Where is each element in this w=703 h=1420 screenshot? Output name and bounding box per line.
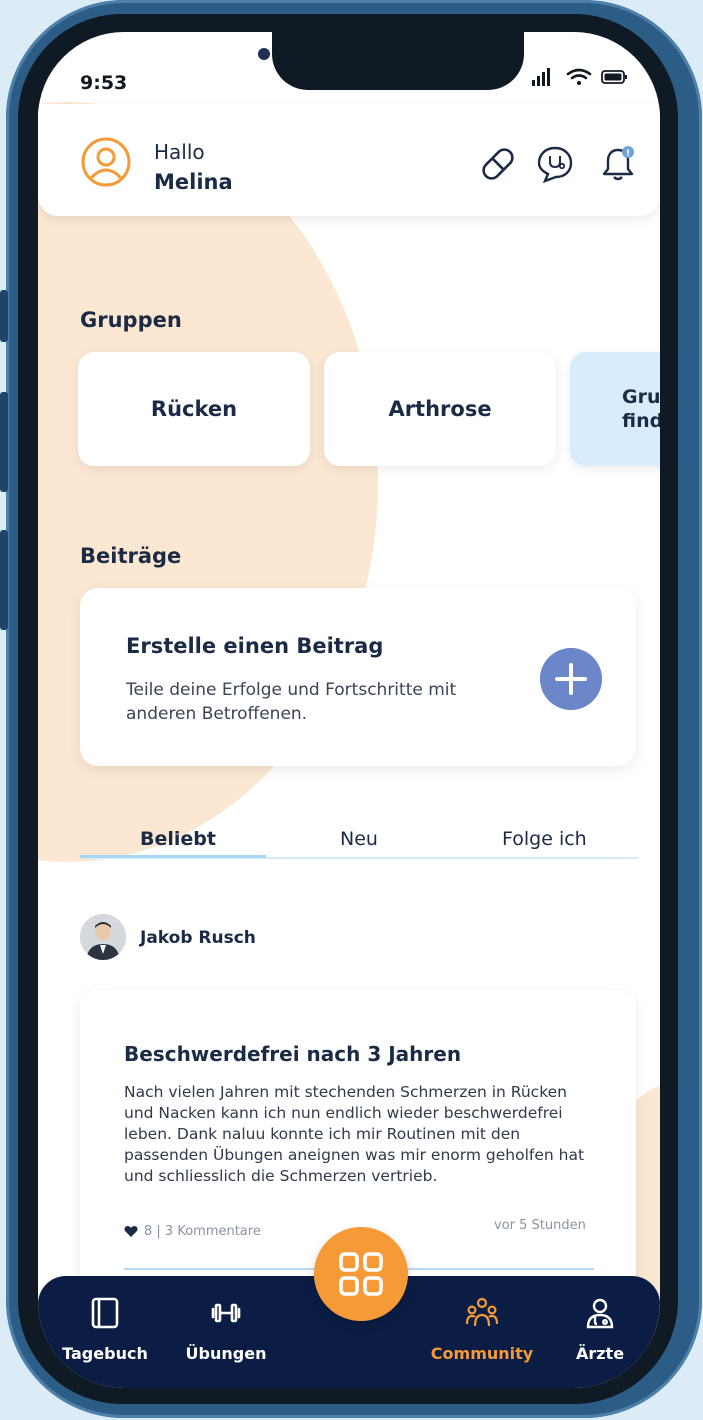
find-groups-label-line1: Grup <box>622 386 660 408</box>
profile-avatar-icon[interactable] <box>80 136 132 188</box>
greeting: Hallo <box>154 140 205 164</box>
front-camera <box>258 48 270 60</box>
group-card-arthrose[interactable]: Arthrose <box>324 352 556 466</box>
nav-label-doctors: Ärzte <box>575 1344 625 1363</box>
app-header: Hallo Melina ! <box>38 104 660 216</box>
nav-item-exercises[interactable]: Übungen <box>178 1276 274 1388</box>
pill-icon[interactable] <box>478 144 518 184</box>
menu-grid-button[interactable] <box>314 1227 408 1321</box>
posts-title: Beiträge <box>80 544 182 568</box>
post-body: Nach vielen Jahren mit stechenden Schmer… <box>124 1083 585 1185</box>
community-icon <box>465 1297 499 1327</box>
group-label: Arthrose <box>388 397 492 421</box>
battery-icon <box>601 70 627 84</box>
create-post-card[interactable]: Erstelle einen Beitrag Teile deine Erfol… <box>80 588 636 766</box>
bell-icon[interactable]: ! <box>598 144 638 184</box>
create-post-title: Erstelle einen Beitrag <box>126 634 384 658</box>
nav-label-exercises: Übungen <box>185 1344 267 1363</box>
group-label: Rücken <box>150 397 238 421</box>
nav-item-community[interactable]: Community <box>422 1276 542 1388</box>
wifi-icon <box>566 68 592 85</box>
tab-new[interactable]: Neu <box>340 828 378 850</box>
nav-label-community: Community <box>430 1344 534 1363</box>
nav-item-doctors[interactable]: Ärzte <box>560 1276 640 1388</box>
side-button-volume-down <box>0 530 8 630</box>
signal-icon <box>532 68 550 86</box>
nav-item-diary[interactable]: Tagebuch <box>60 1276 150 1388</box>
app-screen: 9:53 Hallo Melina ! Gruppen Rücken Arthr… <box>38 32 660 1388</box>
add-post-button[interactable] <box>540 648 602 710</box>
tab-following[interactable]: Folge ich <box>502 828 587 850</box>
heart-icon[interactable] <box>124 1225 138 1238</box>
person-photo-icon <box>80 914 126 960</box>
user-name: Melina <box>154 170 233 194</box>
author-avatar[interactable] <box>80 914 126 960</box>
nav-label-diary: Tagebuch <box>62 1344 148 1363</box>
groups-title: Gruppen <box>80 308 182 332</box>
notch <box>272 32 524 90</box>
notification-badge: ! <box>626 149 630 159</box>
group-card-ruecken[interactable]: Rücken <box>78 352 310 466</box>
post-time: vor 5 Stunden <box>494 1218 586 1233</box>
status-time: 9:53 <box>80 72 128 94</box>
side-button-volume-up <box>0 392 8 492</box>
find-groups-card[interactable]: Grup find <box>570 352 660 466</box>
create-post-description: Teile deine Erfolge und Fortschritte mit… <box>126 680 457 724</box>
dumbbell-icon <box>211 1303 241 1323</box>
find-groups-label-line2: find <box>622 410 660 432</box>
tab-active-indicator <box>80 855 266 858</box>
post-title: Beschwerdefrei nach 3 Jahren <box>124 1042 462 1066</box>
tab-popular[interactable]: Beliebt <box>140 828 216 850</box>
doctor-icon <box>586 1298 614 1329</box>
diary-icon <box>91 1297 119 1329</box>
post-stats: 8 | 3 Kommentare <box>124 1224 261 1239</box>
post-author-name[interactable]: Jakob Rusch <box>140 928 256 948</box>
doctor-chat-icon[interactable] <box>535 144 575 184</box>
post-stats-text: 8 | 3 Kommentare <box>144 1224 261 1239</box>
status-icons <box>532 68 627 86</box>
side-button-mute <box>0 290 8 342</box>
